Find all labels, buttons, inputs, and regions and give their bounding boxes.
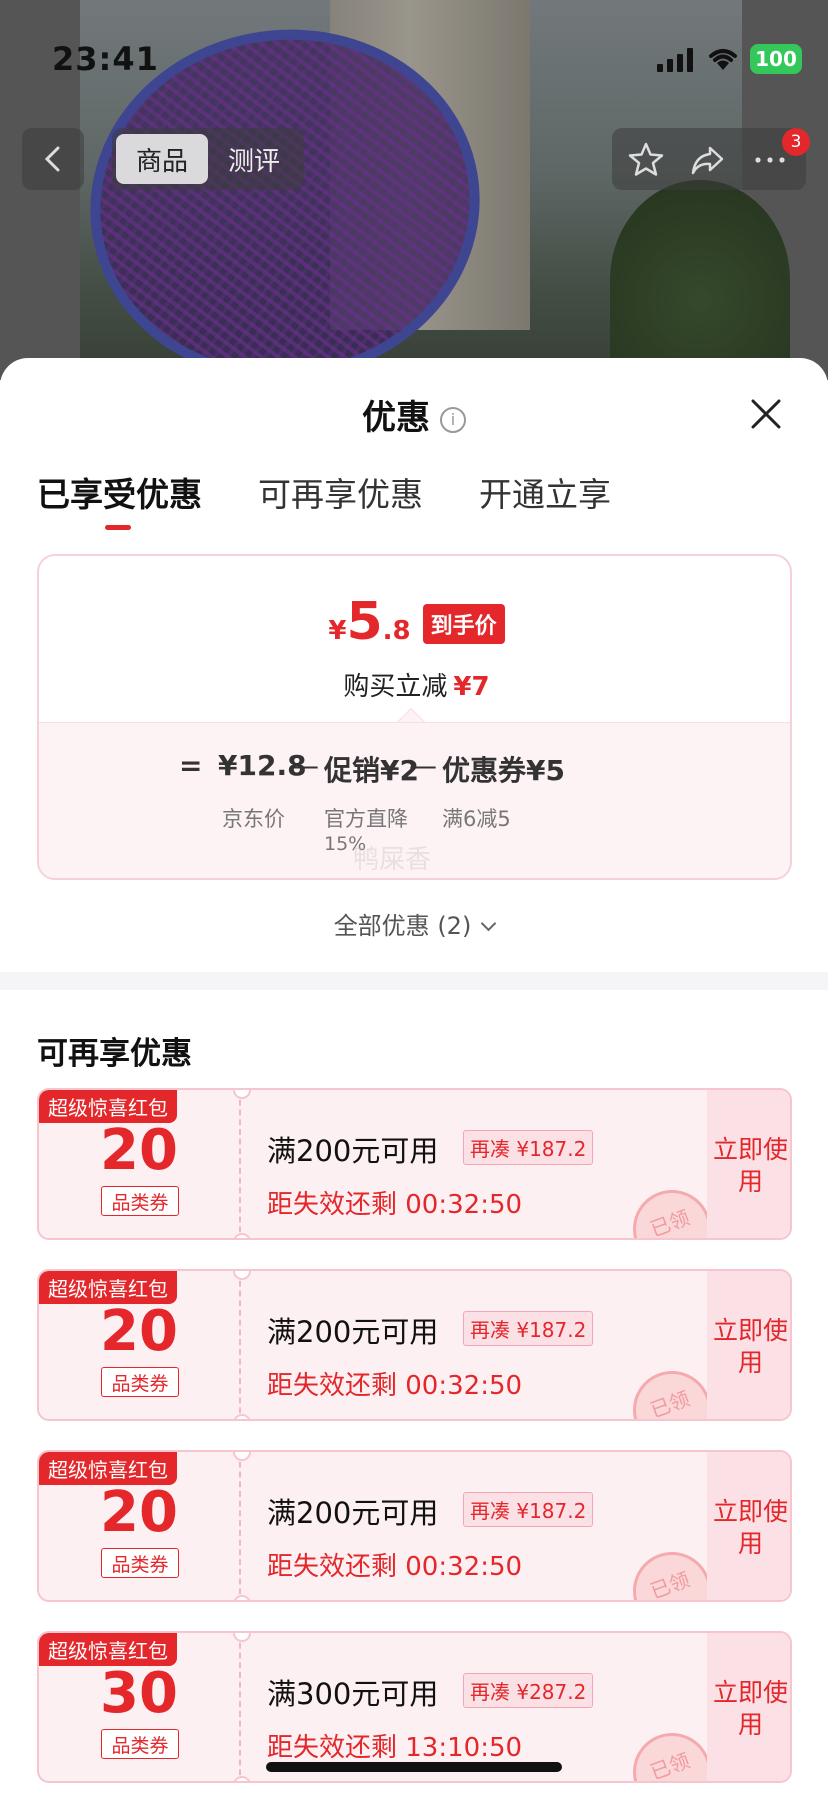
coupon-countdown: 距失效还剩 13:10:50 <box>267 1733 523 1763</box>
coupon-amount: 20 <box>100 1480 178 1545</box>
offer-tabs: 已享受优惠 可再享优惠 开通立享 <box>37 468 611 530</box>
coupon-divider <box>233 1633 251 1781</box>
price-integer: 5 <box>346 592 383 652</box>
coupon-card: 超级惊喜红包 20 品类券 满200元可用 再凑 ¥187.2 距失效还剩 00… <box>37 1269 792 1421</box>
formula-minus-1: — <box>291 749 319 782</box>
promo-discount: 促销¥2 <box>324 754 419 787</box>
coupon-type: 品类券 <box>101 1186 179 1216</box>
base-price-label: 京东价 <box>222 807 285 831</box>
coupon-card: 超级惊喜红包 30 品类券 满300元可用 再凑 ¥287.2 距失效还剩 13… <box>37 1631 792 1783</box>
coupon-remaining-amount: 再凑 ¥287.2 <box>463 1673 594 1708</box>
coupon-value-area: 超级惊喜红包 20 品类券 <box>39 1452 239 1600</box>
wifi-icon <box>709 49 737 70</box>
info-icon[interactable]: i <box>440 407 466 433</box>
share-icon[interactable] <box>688 140 728 180</box>
coupon-condition: 满200元可用 <box>267 1315 439 1349</box>
coupon-value-area: 超级惊喜红包 20 品类券 <box>39 1090 239 1238</box>
notification-badge: 3 <box>782 128 810 156</box>
use-now-button[interactable]: 立即使用 <box>707 1271 790 1419</box>
all-offers-label: 全部优惠 (2) <box>333 912 472 940</box>
nav-actions <box>612 128 806 190</box>
instant-discount-label: 购买立减 <box>343 672 448 702</box>
use-now-button[interactable]: 立即使用 <box>707 1090 790 1238</box>
tab-activate-offers[interactable]: 开通立享 <box>479 468 611 530</box>
coupon-divider <box>233 1452 251 1600</box>
all-offers-toggle[interactable]: 全部优惠 (2) <box>0 906 828 941</box>
price-breakdown: = ¥12.8 — 促销¥2 — 优惠券¥5 京东价 官方直降 15% 满6减5… <box>39 722 790 878</box>
final-price: ¥ 5 .8 到手价 <box>39 592 790 652</box>
coupon-condition: 满200元可用 <box>267 1496 439 1530</box>
promo-label: 官方直降 <box>324 807 408 831</box>
coupon-countdown: 距失效还剩 00:32:50 <box>267 1552 523 1582</box>
home-indicator[interactable] <box>266 1762 562 1772</box>
back-button[interactable] <box>22 128 84 190</box>
sheet-title: 优惠 i <box>0 390 828 439</box>
coupon-value-area: 超级惊喜红包 30 品类券 <box>39 1633 239 1781</box>
coupon-condition: 满200元可用 <box>267 1134 439 1168</box>
tab-product[interactable]: 商品 <box>116 134 208 184</box>
coupon-countdown: 距失效还剩 00:32:50 <box>267 1371 523 1401</box>
coupon-type: 品类券 <box>101 1367 179 1397</box>
coupon-condition: 满300元可用 <box>267 1677 439 1711</box>
close-icon[interactable] <box>748 396 784 432</box>
coupon-card: 超级惊喜红包 20 品类券 满200元可用 再凑 ¥187.2 距失效还剩 00… <box>37 1450 792 1602</box>
coupon-value-area: 超级惊喜红包 20 品类券 <box>39 1271 239 1419</box>
section-title: 可再享优惠 <box>37 1036 192 1072</box>
coupon-type: 品类券 <box>101 1548 179 1578</box>
coupon-countdown: 距失效还剩 00:32:50 <box>267 1190 523 1220</box>
sheet-title-text: 优惠 <box>362 398 430 438</box>
final-price-tag: 到手价 <box>422 604 505 644</box>
coupon-remaining-amount: 再凑 ¥187.2 <box>463 1492 594 1527</box>
coupon-discount: 优惠券¥5 <box>442 754 565 787</box>
coupon-amount: 30 <box>100 1661 178 1726</box>
battery-icon: 100 <box>750 44 808 74</box>
coupon-amount: 20 <box>100 1118 178 1183</box>
tab-more-offers[interactable]: 可再享优惠 <box>258 468 423 530</box>
coupon-remaining-amount: 再凑 ¥187.2 <box>463 1130 594 1165</box>
chevron-down-icon <box>481 915 497 932</box>
product-tabs: 商品 测评 <box>112 128 304 190</box>
status-bar: 23:41 100 <box>0 0 828 110</box>
coupon-card: 超级惊喜红包 20 品类券 满200元可用 再凑 ¥187.2 距失效还剩 00… <box>37 1088 792 1240</box>
star-icon[interactable] <box>626 140 666 180</box>
coupon-remaining-amount: 再凑 ¥187.2 <box>463 1311 594 1346</box>
formula-equals: = <box>179 749 203 782</box>
use-now-button[interactable]: 立即使用 <box>707 1452 790 1600</box>
cellular-signal-icon <box>657 48 693 72</box>
use-now-button[interactable]: 立即使用 <box>707 1633 790 1781</box>
price-decimal: .8 <box>382 616 411 646</box>
coupon-type: 品类券 <box>101 1729 179 1759</box>
watermark-text: 鸭屎香 <box>353 845 432 875</box>
section-divider <box>0 972 828 990</box>
offers-sheet: 优惠 i 已享受优惠 可再享优惠 开通立享 ¥ 5 .8 到手价 购买立减 ¥7 =… <box>0 358 828 1793</box>
price-currency: ¥ <box>328 616 347 646</box>
formula-minus-2: — <box>409 749 437 782</box>
instant-discount: 购买立减 ¥7 <box>39 666 790 703</box>
tab-enjoyed-offers[interactable]: 已享受优惠 <box>37 468 202 530</box>
price-summary-card: ¥ 5 .8 到手价 购买立减 ¥7 = ¥12.8 — 促销¥2 — 优惠券¥5… <box>37 554 792 880</box>
coupon-divider <box>233 1090 251 1238</box>
coupon-amount: 20 <box>100 1299 178 1364</box>
coupon-divider <box>233 1271 251 1419</box>
tab-review[interactable]: 测评 <box>208 134 300 184</box>
status-time: 23:41 <box>52 40 159 78</box>
back-icon <box>44 146 60 172</box>
coupon-label: 满6减5 <box>442 807 511 831</box>
instant-discount-amount: ¥7 <box>453 672 490 702</box>
